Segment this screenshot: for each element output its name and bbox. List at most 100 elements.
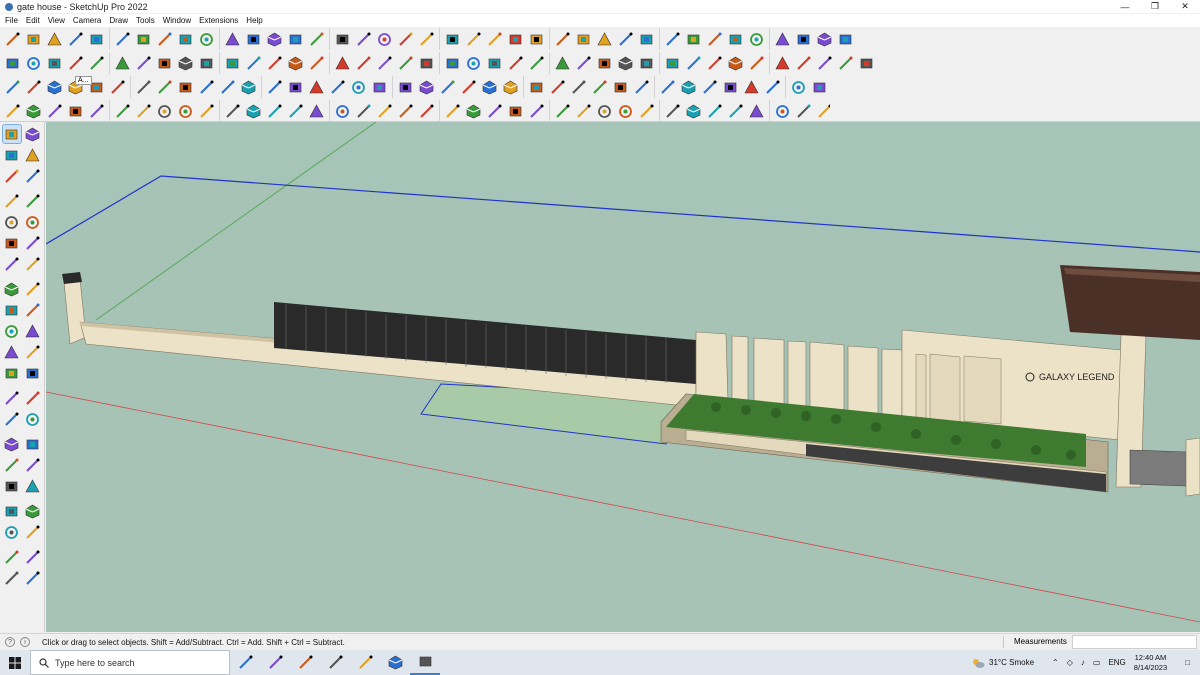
rotated-rect-icon[interactable] [177, 103, 194, 120]
zoom-extents-icon[interactable] [3, 477, 21, 495]
xray-icon[interactable] [135, 55, 152, 72]
file-explorer-icon[interactable] [290, 650, 320, 675]
pan-icon[interactable] [287, 31, 304, 48]
stamp-icon[interactable] [156, 79, 173, 96]
subdivide-icon[interactable] [350, 79, 367, 96]
edges-icon[interactable] [266, 55, 283, 72]
iso-view-icon[interactable] [4, 55, 21, 72]
solid-trim-icon[interactable] [502, 79, 519, 96]
warehouse-icon[interactable] [837, 55, 854, 72]
cube-icon[interactable] [664, 31, 681, 48]
undo-icon[interactable] [486, 31, 503, 48]
menu-tools[interactable]: Tools [136, 16, 155, 25]
left-view-icon[interactable] [114, 55, 131, 72]
text-icon[interactable] [24, 364, 42, 382]
solid-intersect-icon[interactable] [46, 79, 63, 96]
solid-union-icon[interactable] [439, 79, 456, 96]
contour-icon[interactable] [722, 79, 739, 96]
zoom-previous-icon[interactable] [24, 477, 42, 495]
stamp-icon[interactable] [591, 79, 608, 96]
tape-measure-icon[interactable] [135, 31, 152, 48]
roof-icon[interactable] [376, 103, 393, 120]
warehouse-icon[interactable] [397, 55, 414, 72]
warehouse-icon[interactable] [3, 548, 21, 566]
follow-me-icon[interactable] [444, 103, 461, 120]
info-icon[interactable]: i [20, 637, 30, 647]
outer-shell-icon[interactable] [109, 79, 126, 96]
door-tool-icon[interactable] [355, 103, 372, 120]
line-icon[interactable] [135, 103, 152, 120]
autocad-icon[interactable] [320, 650, 350, 675]
sandbox-icon[interactable] [135, 79, 152, 96]
menu-window[interactable]: Window [163, 16, 191, 25]
pie-icon[interactable] [638, 103, 655, 120]
right-view-icon[interactable] [67, 55, 84, 72]
right-view-icon[interactable] [507, 55, 524, 72]
follow-me-icon[interactable] [24, 280, 42, 298]
measurements-input[interactable] [1072, 635, 1197, 649]
taskbar-search[interactable]: Type here to search [30, 650, 230, 675]
zoom-icon[interactable] [858, 31, 860, 48]
solid-subtract-icon[interactable] [460, 79, 477, 96]
eraser-icon[interactable] [24, 146, 42, 164]
geo-location-icon[interactable]: ? [5, 637, 15, 647]
back-view-icon[interactable] [88, 55, 105, 72]
layers-icon[interactable] [355, 31, 372, 48]
iso-view-icon[interactable] [444, 55, 461, 72]
edge-icon[interactable] [380, 650, 410, 675]
left-view-icon[interactable] [554, 55, 571, 72]
rotated-rect-icon[interactable] [617, 103, 634, 120]
rectangle-icon[interactable] [3, 213, 21, 231]
push-pull-icon[interactable] [24, 301, 42, 319]
push-pull-icon[interactable] [156, 31, 173, 48]
section-plane-icon[interactable] [24, 523, 42, 541]
monochrome-icon[interactable] [245, 55, 262, 72]
pie-icon[interactable] [198, 103, 215, 120]
contour-icon[interactable] [287, 79, 304, 96]
menu-edit[interactable]: Edit [26, 16, 40, 25]
geo-location-icon[interactable] [444, 31, 461, 48]
polygon-icon[interactable] [528, 103, 545, 120]
drape-icon[interactable] [177, 79, 194, 96]
curve-icon[interactable] [224, 103, 241, 120]
outer-shell-icon[interactable] [549, 79, 566, 96]
search-icon[interactable] [554, 31, 571, 48]
subdivide-icon[interactable] [790, 79, 807, 96]
arc-icon[interactable] [3, 255, 21, 273]
hidden-line-icon[interactable] [617, 55, 634, 72]
redo-icon[interactable] [507, 31, 524, 48]
follow-me-icon[interactable] [24, 343, 42, 361]
line-icon[interactable] [575, 103, 592, 120]
paint-bucket-icon[interactable] [3, 146, 21, 164]
menu-extensions[interactable]: Extensions [199, 16, 238, 25]
spline-icon[interactable] [685, 103, 702, 120]
shadow-icon[interactable] [748, 55, 765, 72]
add-detail-icon[interactable] [219, 79, 236, 96]
scale-icon[interactable] [224, 31, 241, 48]
eraser-icon[interactable] [46, 31, 63, 48]
pencil-icon[interactable] [67, 31, 84, 48]
cube-icon[interactable] [114, 31, 131, 48]
polygon-icon[interactable] [24, 234, 42, 252]
menu-camera[interactable]: Camera [73, 16, 101, 25]
extension-icon[interactable] [858, 55, 875, 72]
tape-measure-icon[interactable] [3, 364, 21, 382]
textured-icon[interactable] [224, 55, 241, 72]
line-icon[interactable] [3, 192, 21, 210]
shaded-icon[interactable] [638, 55, 655, 72]
house-icon[interactable] [727, 55, 744, 72]
add-detail-icon[interactable] [659, 79, 676, 96]
sketchup-icon[interactable] [410, 650, 440, 675]
sandbox-icon[interactable] [3, 569, 21, 587]
search-icon[interactable] [4, 31, 21, 48]
wireframe-icon[interactable] [156, 55, 173, 72]
position-camera-icon[interactable] [3, 523, 21, 541]
wall-icon[interactable] [748, 103, 765, 120]
arc-icon[interactable] [46, 103, 63, 120]
text-icon[interactable] [245, 31, 262, 48]
orbit-icon[interactable] [816, 31, 833, 48]
clock[interactable]: 12:40 AM 8/14/2023 [1134, 653, 1167, 673]
restore-icon[interactable]: ❐ [1140, 0, 1170, 13]
export-icon[interactable] [528, 31, 545, 48]
smoove-icon[interactable] [680, 79, 697, 96]
